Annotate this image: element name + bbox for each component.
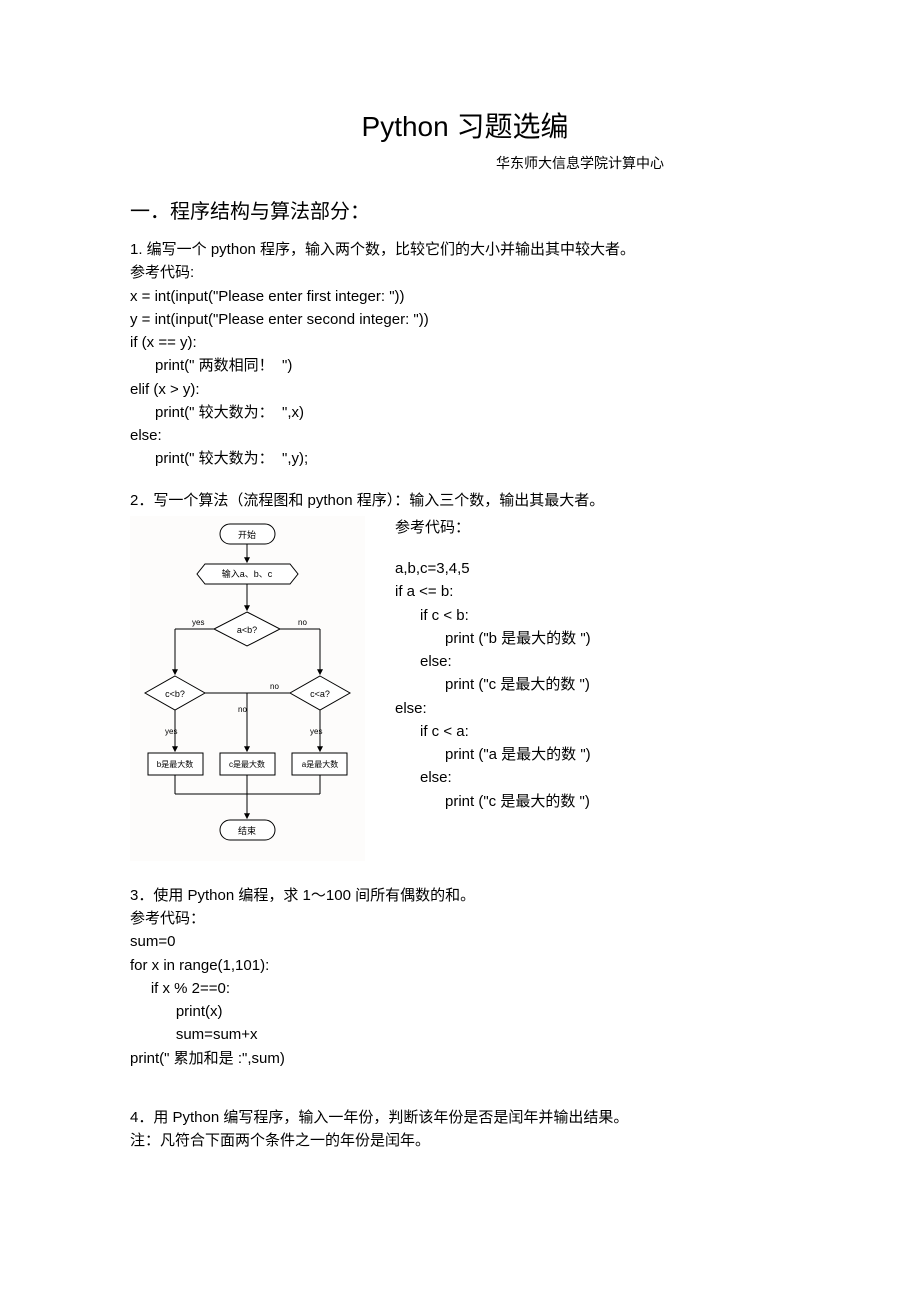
flow-amax: a是最大数 <box>302 759 338 769</box>
q4-prompt: 4．用 Python 编写程序，输入一年份，判断该年份是否是闰年并输出结果。 <box>130 1106 800 1129</box>
flow-cmax: c是最大数 <box>229 759 265 769</box>
q2-ref-label: 参考代码： <box>395 516 800 539</box>
flow-input: 输入a、b、c <box>222 568 273 579</box>
q2-code: a,b,c=3,4,5 if a <= b: if c < b: print (… <box>395 557 800 813</box>
document-title: Python 习题选编 <box>130 105 800 145</box>
q1-code: x = int(input("Please enter first intege… <box>130 285 800 471</box>
flow-end: 结束 <box>238 825 256 836</box>
document-subtitle: 华东师大信息学院计算中心 <box>360 153 800 173</box>
flow-yes-2: yes <box>165 727 177 736</box>
flow-bmax: b是最大数 <box>157 759 193 769</box>
flow-yes-1: yes <box>192 618 204 627</box>
q3-code: sum=0 for x in range(1,101): if x % 2==0… <box>130 930 800 1070</box>
flow-cond-ca: c<a? <box>310 689 330 699</box>
flow-start: 开始 <box>238 529 256 540</box>
section-heading-1: 一．程序结构与算法部分： <box>130 195 800 224</box>
flow-cond-ab: a<b? <box>237 625 257 635</box>
q1-prompt: 1. 编写一个 python 程序，输入两个数，比较它们的大小并输出其中较大者。 <box>130 238 800 261</box>
q1-ref-label: 参考代码: <box>130 261 800 284</box>
flow-yes-3: yes <box>310 727 322 736</box>
q4-note: 注：凡符合下面两个条件之一的年份是闰年。 <box>130 1129 800 1152</box>
q2-prompt: 2．写一个算法（流程图和 python 程序）：输入三个数，输出其最大者。 <box>130 489 800 512</box>
flow-no-1: no <box>298 618 307 627</box>
q3-prompt: 3．使用 Python 编程，求 1～100 间所有偶数的和。 <box>130 884 800 907</box>
q2-flowchart: 开始 输入a、b、c a<b? yes no c<b? c<a? yes <box>130 516 365 866</box>
q3-ref-label: 参考代码： <box>130 907 800 930</box>
flow-no-2: no <box>238 705 247 714</box>
flow-no-3: no <box>270 682 279 691</box>
flow-cond-cb: c<b? <box>165 689 185 699</box>
